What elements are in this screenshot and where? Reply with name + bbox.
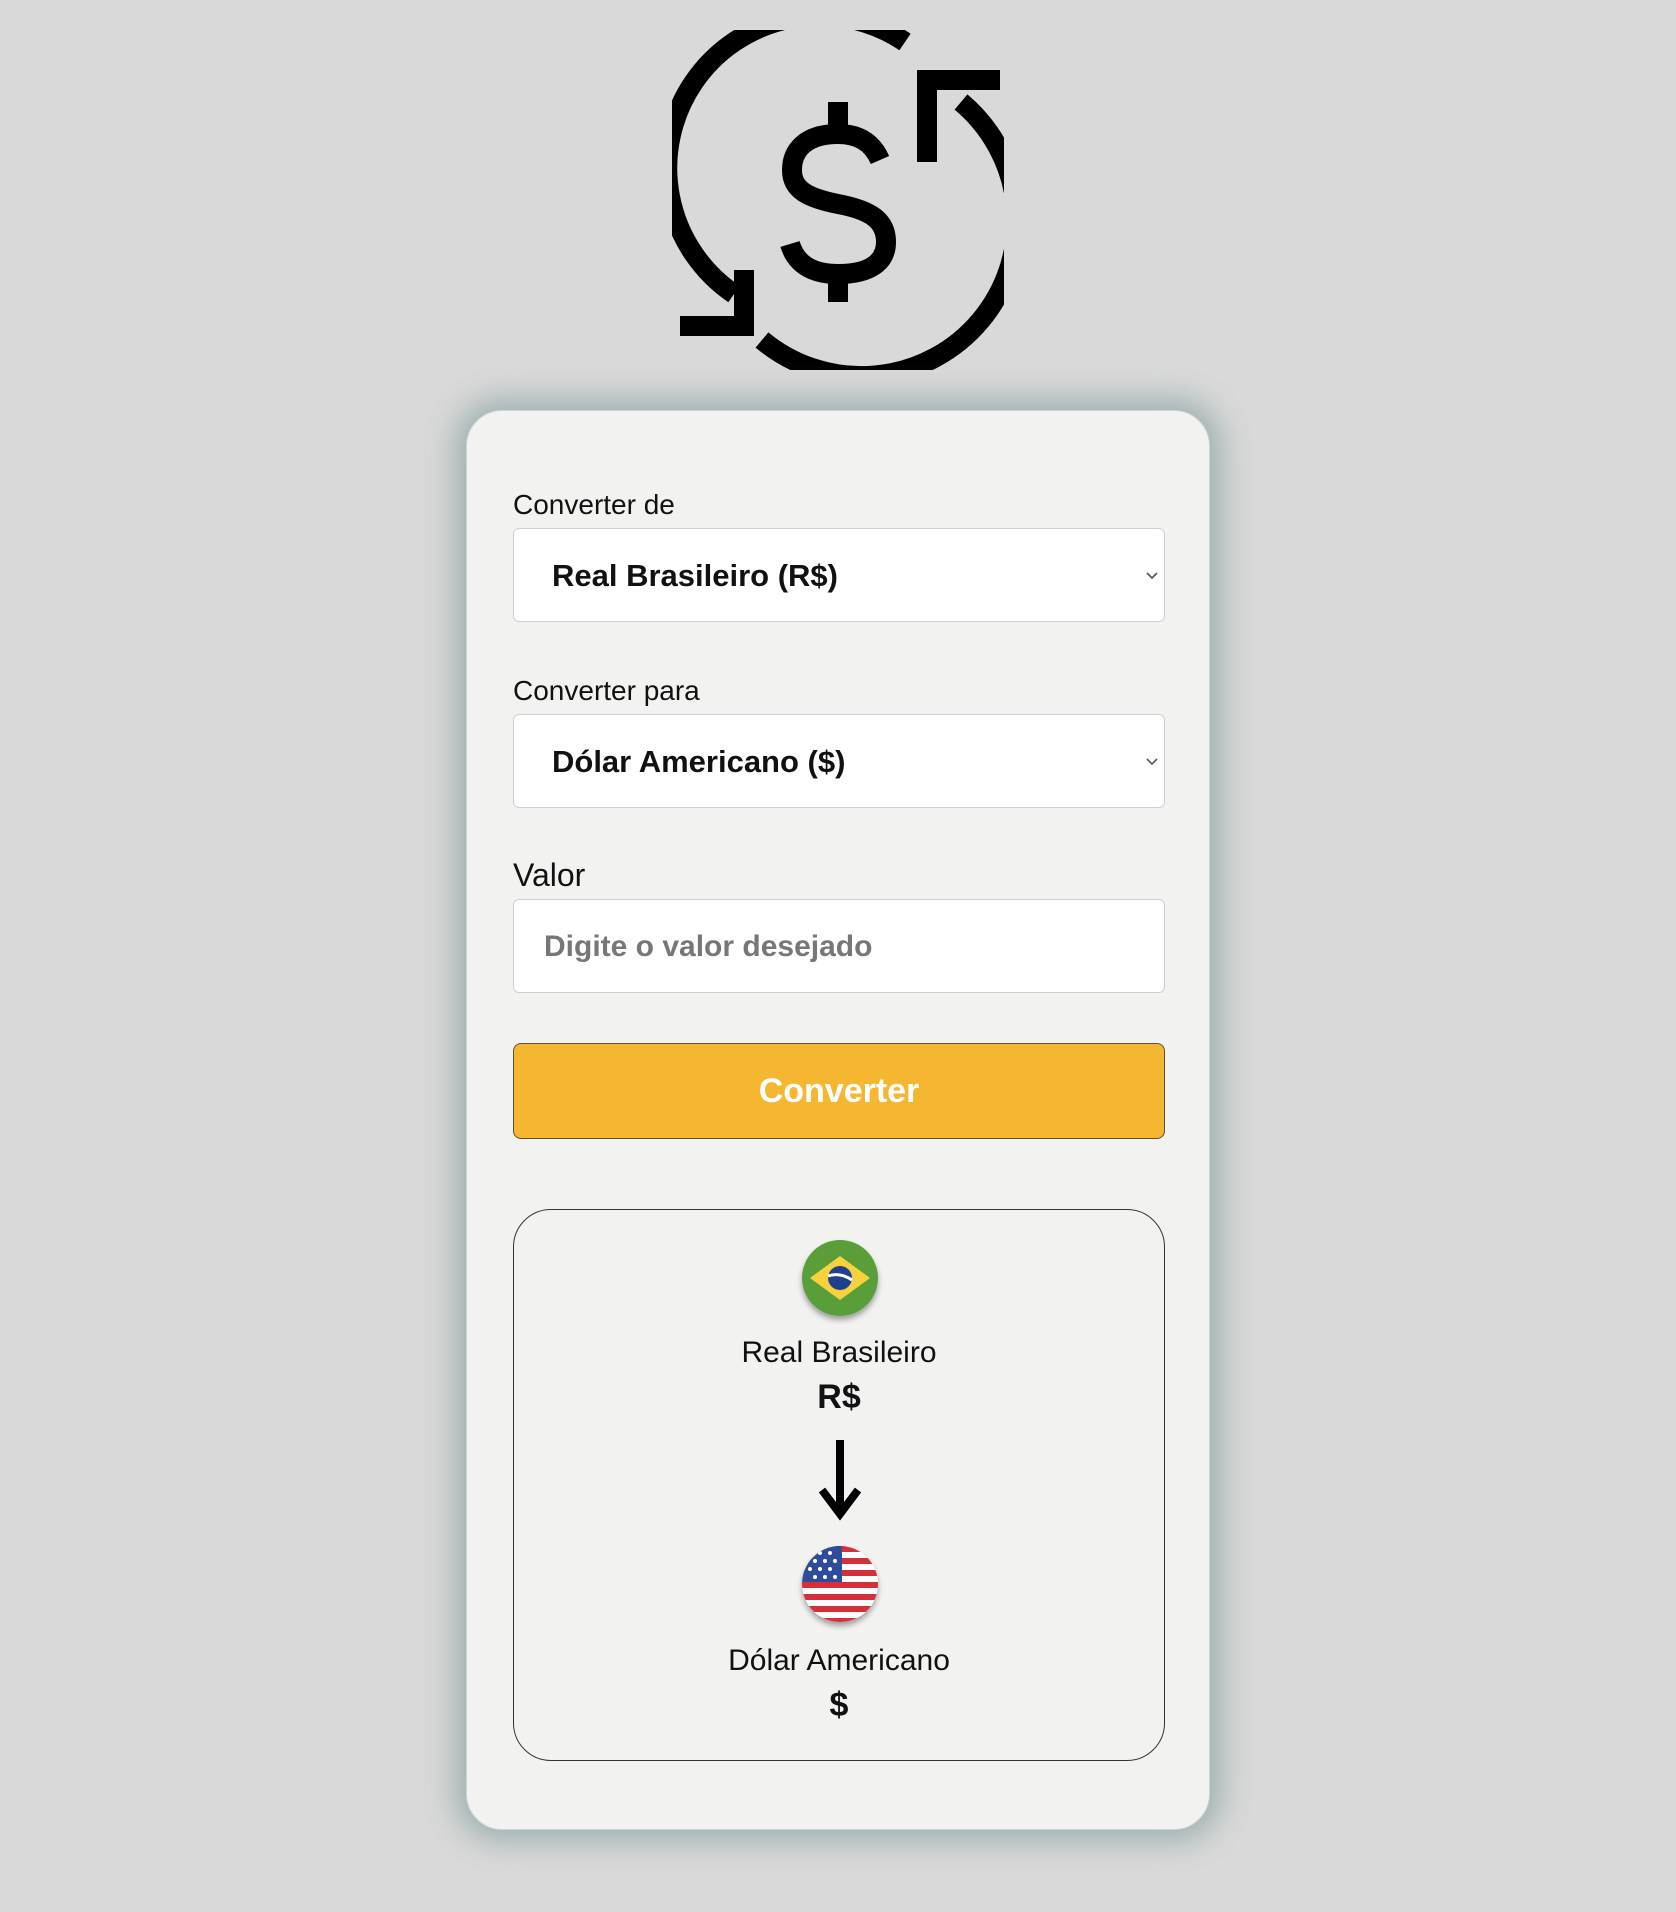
- value-label: Valor: [513, 857, 586, 893]
- usa-flag-icon: [802, 1546, 878, 1622]
- conversion-result-panel: Real Brasileiro R$ Dólar Americano $: [513, 1209, 1165, 1761]
- from-currency-value: Real Brasileiro (R$): [552, 558, 838, 593]
- convert-button[interactable]: Converter: [513, 1043, 1165, 1139]
- to-currency-name: Dólar Americano: [728, 1644, 950, 1677]
- from-label: Converter de: [513, 489, 675, 520]
- chevron-down-icon: [1146, 572, 1158, 580]
- to-currency-value: Dólar Americano ($): [552, 744, 846, 779]
- converter-card: Converter de Real Brasileiro (R$) Conver…: [466, 410, 1210, 1830]
- value-input-placeholder: Digite o valor desejado: [544, 930, 873, 963]
- arrow-down-icon: [818, 1440, 862, 1521]
- from-currency-select[interactable]: Real Brasileiro (R$): [513, 528, 1165, 622]
- to-label: Converter para: [513, 675, 700, 706]
- from-currency-symbol: R$: [817, 1378, 861, 1416]
- brazil-flag-icon: [802, 1240, 878, 1316]
- to-currency-symbol: $: [829, 1686, 849, 1724]
- chevron-down-icon: [1146, 758, 1158, 766]
- currency-exchange-icon: [672, 30, 1004, 370]
- from-currency-name: Real Brasileiro: [741, 1336, 937, 1369]
- to-currency-select[interactable]: Dólar Americano ($): [513, 714, 1165, 808]
- value-input[interactable]: Digite o valor desejado: [513, 899, 1165, 993]
